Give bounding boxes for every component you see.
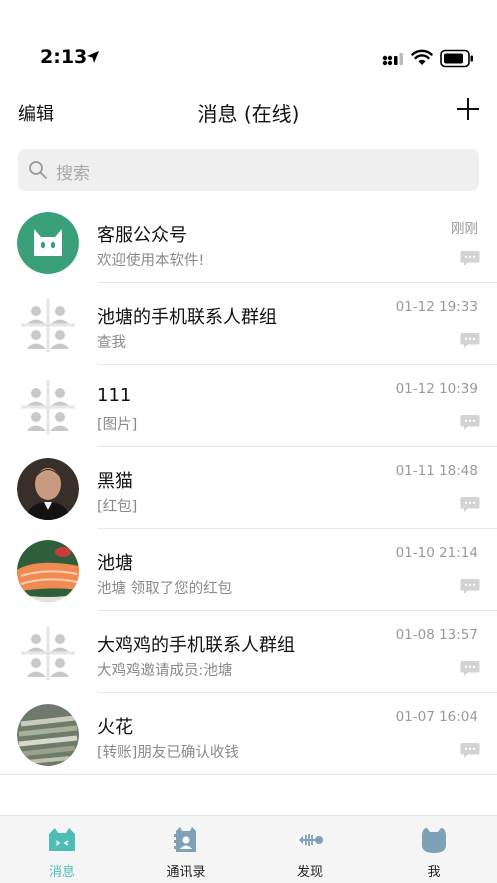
- conversation-time: 01-10 21:14: [395, 545, 478, 561]
- message-bubble-icon: [460, 579, 480, 594]
- group-avatar: [17, 622, 79, 684]
- person-photo-avatar: [17, 458, 79, 520]
- add-icon[interactable]: [455, 96, 481, 122]
- conversation-row[interactable]: 池塘的手机联系人群组 查我 01-12 19:33: [0, 283, 497, 365]
- salmon-photo-avatar: [17, 540, 79, 602]
- message-bubble-icon: [460, 661, 480, 676]
- search-icon: [29, 161, 47, 179]
- conversation-row[interactable]: 池塘 池塘 领取了您的红包 01-10 21:14: [0, 529, 497, 611]
- contacts-icon: [174, 827, 196, 852]
- conversation-name: 黑猫: [97, 471, 133, 492]
- status-bar: 2:13: [0, 0, 497, 80]
- message-bubble-icon: [460, 333, 480, 348]
- conversation-preview: [红包]: [97, 499, 138, 515]
- conversation-name: 池塘: [97, 553, 133, 574]
- tab-me[interactable]: 我: [372, 816, 496, 883]
- conversation-row[interactable]: 大鸡鸡的手机联系人群组 大鸡鸡邀请成员:池塘 01-08 13:57: [0, 611, 497, 693]
- group-avatar: [17, 294, 79, 356]
- tab-contacts[interactable]: 通讯录: [124, 816, 248, 883]
- tab-discover[interactable]: 发现: [248, 816, 372, 883]
- conversation-preview: [转账]朋友已确认收钱: [97, 745, 239, 761]
- conversation-time: 01-07 16:04: [395, 709, 478, 725]
- conversation-row[interactable]: 111 [图片] 01-12 10:39: [0, 365, 497, 447]
- tab-messages[interactable]: 消息: [0, 816, 124, 883]
- fishbone-icon: [299, 834, 323, 846]
- conversation-time: 01-08 13:57: [395, 627, 478, 643]
- search-input[interactable]: 搜索: [18, 149, 479, 191]
- page-title: 消息 (在线): [197, 102, 300, 126]
- message-bubble-icon: [460, 415, 480, 430]
- group-avatar: [17, 376, 79, 438]
- conversation-list: 客服公众号 欢迎使用本软件! 刚刚 池塘的手机联系人群组 查我 01-12 19…: [0, 201, 497, 775]
- conversation-time: 01-12 10:39: [395, 381, 478, 397]
- tab-bar: 消息 通讯录 发现 我: [0, 815, 497, 883]
- conversation-preview: 查我: [97, 335, 126, 351]
- profile-icon: [422, 828, 446, 853]
- navigation-bar: 编辑 消息 (在线): [0, 88, 497, 132]
- search-placeholder: 搜索: [56, 164, 90, 184]
- conversation-row[interactable]: 客服公众号 欢迎使用本软件! 刚刚: [0, 201, 497, 283]
- conversation-name: 火花: [97, 717, 133, 738]
- conversation-name: 池塘的手机联系人群组: [97, 307, 277, 328]
- location-arrow-icon: [87, 51, 99, 63]
- signal-icon: [382, 53, 403, 66]
- tab-label: 我: [427, 865, 441, 880]
- message-bubble-icon: [460, 743, 480, 758]
- conversation-row[interactable]: 火花 [转账]朋友已确认收钱 01-07 16:04: [0, 693, 497, 775]
- conversation-name: 大鸡鸡的手机联系人群组: [97, 635, 295, 656]
- battery-icon: [440, 49, 473, 68]
- tab-label: 发现: [296, 865, 323, 880]
- tab-label: 通讯录: [166, 865, 206, 880]
- conversation-time: 01-12 19:33: [395, 299, 478, 315]
- conversation-time: 01-11 18:48: [395, 463, 478, 479]
- tab-label: 消息: [48, 865, 75, 880]
- conversation-row[interactable]: 黑猫 [红包] 01-11 18:48: [0, 447, 497, 529]
- conversation-name: 客服公众号: [97, 225, 187, 246]
- status-time: 2:13: [40, 46, 88, 68]
- conversation-preview: 池塘 领取了您的红包: [97, 581, 233, 597]
- fish-photo-avatar: [17, 704, 79, 766]
- conversation-preview: 大鸡鸡邀请成员:池塘: [97, 663, 233, 679]
- wifi-icon: [411, 49, 433, 65]
- conversation-name: 111: [97, 385, 132, 406]
- conversation-preview: [图片]: [97, 417, 138, 433]
- message-bubble-icon: [460, 497, 480, 512]
- cat-icon: [49, 828, 75, 851]
- message-bubble-icon: [460, 251, 480, 266]
- conversation-preview: 欢迎使用本软件!: [97, 253, 205, 269]
- conversation-time: 刚刚: [451, 221, 478, 237]
- cat-logo-avatar: [17, 212, 79, 274]
